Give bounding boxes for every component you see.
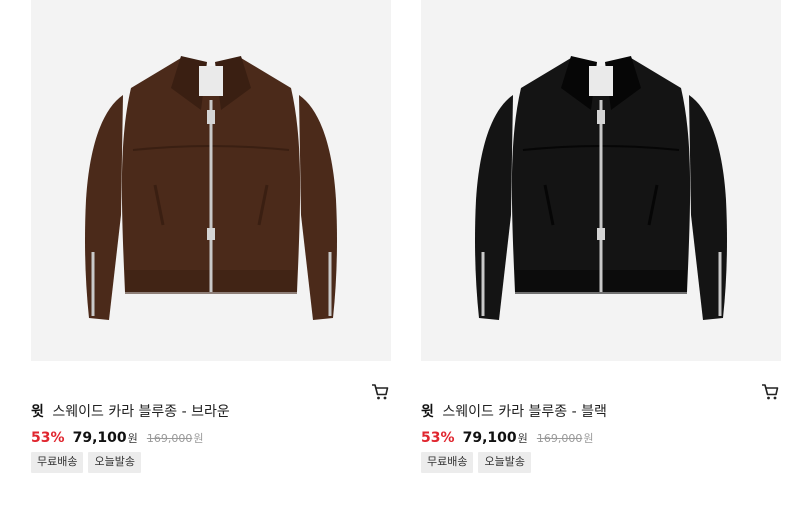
original-price-unit: 원 [193, 432, 204, 445]
discount-rate: 53% [31, 430, 65, 446]
jacket-illustration [85, 56, 337, 320]
original-price-unit: 원 [583, 432, 594, 445]
product-name[interactable]: 스웨이드 카라 블루종 - 블랙 [442, 404, 607, 420]
product-title[interactable]: 윗 스웨이드 카라 블루종 - 블랙 [421, 403, 781, 423]
original-price: 169,000 [536, 432, 583, 445]
sale-price-unit: 원 [517, 432, 528, 445]
tag-list: 무료배송 오늘발송 [421, 452, 781, 473]
jacket-illustration [475, 56, 727, 320]
product-name[interactable]: 스웨이드 카라 블루종 - 브라운 [52, 404, 229, 420]
sale-price: 79,100 [462, 430, 517, 446]
tag-free-shipping: 무료배송 [31, 452, 84, 473]
price-line: 53% 79,100원 169,000원 [31, 427, 391, 447]
product-card: 윗 스웨이드 카라 블루종 - 브라운 53% 79,100원 169,000원… [31, 0, 391, 473]
tag-same-day-dispatch: 오늘발송 [478, 452, 531, 473]
cart-row [421, 361, 781, 403]
sale-price: 79,100 [72, 430, 127, 446]
product-image[interactable] [421, 0, 781, 361]
product-card: 윗 스웨이드 카라 블루종 - 블랙 53% 79,100원 169,000원 … [421, 0, 781, 473]
cart-icon[interactable] [761, 383, 779, 401]
product-image[interactable] [31, 0, 391, 361]
tag-same-day-dispatch: 오늘발송 [88, 452, 141, 473]
tag-free-shipping: 무료배송 [421, 452, 474, 473]
tag-list: 무료배송 오늘발송 [31, 452, 391, 473]
cart-row [31, 361, 391, 403]
brand-name[interactable]: 윗 [31, 404, 44, 420]
price-line: 53% 79,100원 169,000원 [421, 427, 781, 447]
cart-icon[interactable] [371, 383, 389, 401]
sale-price-unit: 원 [127, 432, 138, 445]
product-grid: 윗 스웨이드 카라 블루종 - 브라운 53% 79,100원 169,000원… [0, 0, 805, 516]
original-price: 169,000 [146, 432, 193, 445]
product-title[interactable]: 윗 스웨이드 카라 블루종 - 브라운 [31, 403, 391, 423]
discount-rate: 53% [421, 430, 455, 446]
brand-name[interactable]: 윗 [421, 404, 434, 420]
